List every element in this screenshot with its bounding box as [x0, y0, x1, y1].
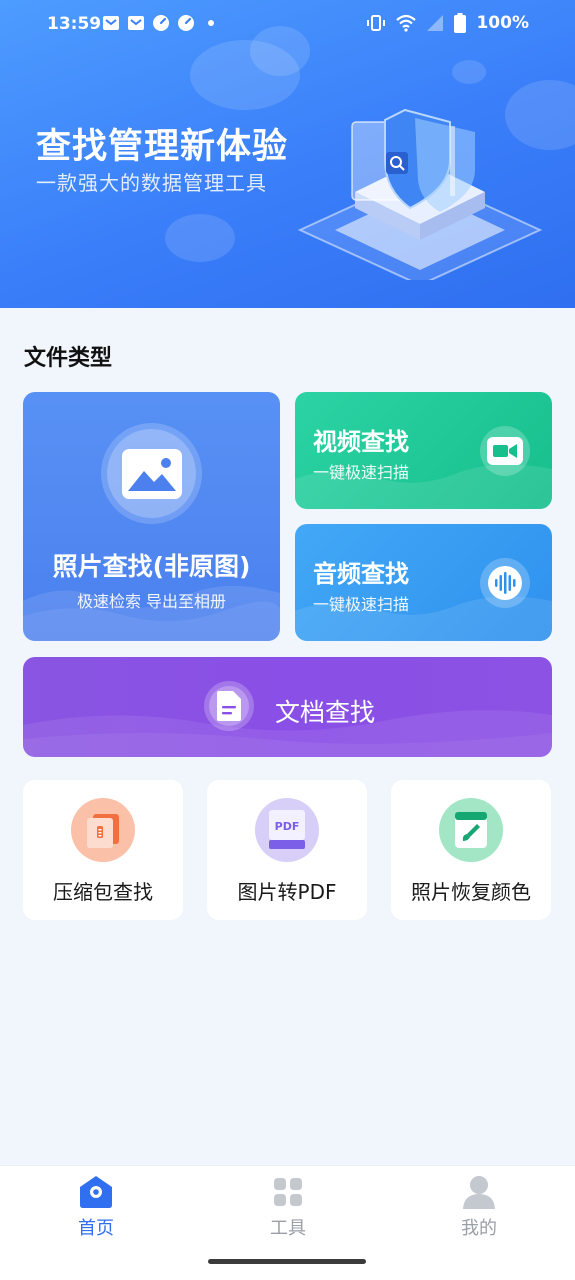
pdf-icon-text: PDF [275, 820, 300, 833]
section-title: 文件类型 [24, 346, 113, 371]
hero-title: 查找管理新体验 [36, 127, 289, 167]
pdf-icon: PDF [269, 810, 305, 849]
photo-icon-badge [101, 423, 202, 524]
home-indicator[interactable] [208, 1259, 366, 1264]
document-icon [217, 691, 241, 721]
document-search-card[interactable]: 文档查找 [23, 657, 552, 757]
battery-icon [454, 13, 467, 33]
document-search-title: 文档查找 [275, 698, 376, 727]
speedometer-icon [178, 15, 194, 31]
signal-icon [427, 15, 444, 31]
zip-file-icon [87, 814, 119, 848]
video-search-subtitle: 一键极速扫描 [313, 463, 410, 482]
photo-color-restore-tile[interactable]: 照片恢复颜色 [391, 780, 551, 920]
paint-brush-icon [455, 812, 487, 848]
pdf-icon-badge: PDF [255, 798, 319, 862]
dot-icon [208, 20, 214, 26]
hero-banner: 13:59 100% 查找管理新体验 一款强大的数据管理工具 [0, 0, 575, 308]
grid-icon [274, 1178, 302, 1206]
document-icon-badge [204, 681, 254, 731]
photo-search-subtitle: 极速检索 导出至相册 [76, 592, 227, 611]
wifi-icon [396, 14, 417, 32]
nav-home[interactable]: 首页 [46, 1174, 146, 1244]
photo-search-title: 照片查找(非原图) [52, 552, 251, 581]
image-icon [121, 448, 182, 499]
mail-icon [128, 16, 144, 30]
video-search-card[interactable]: 视频查找 一键极速扫描 [295, 392, 552, 509]
nav-mine[interactable]: 我的 [429, 1174, 529, 1244]
restore-icon-badge [439, 798, 503, 862]
audio-icon-badge [480, 558, 530, 608]
data-shield-illustration [297, 108, 543, 280]
video-search-title: 视频查找 [313, 428, 409, 456]
user-icon [463, 1176, 495, 1209]
audio-search-title: 音频查找 [313, 560, 409, 588]
status-bar: 13:59 100% [0, 0, 575, 48]
zip-search-label: 压缩包查找 [53, 880, 153, 904]
battery-percent: 100% [476, 13, 529, 33]
audio-search-subtitle: 一键极速扫描 [313, 595, 410, 614]
system-status: 100% [366, 13, 529, 33]
sound-wave-icon [488, 566, 522, 600]
zip-icon-badge [71, 798, 135, 862]
status-time: 13:59 [47, 14, 102, 34]
nav-tools-label: 工具 [270, 1218, 306, 1239]
vibrate-icon [367, 15, 386, 31]
hero-subtitle: 一款强大的数据管理工具 [36, 171, 267, 195]
audio-search-card[interactable]: 音频查找 一键极速扫描 [295, 524, 552, 641]
image-to-pdf-tile[interactable]: PDF 图片转PDF [207, 780, 367, 920]
cloud-decoration [165, 214, 235, 262]
speedometer-icon [153, 15, 169, 31]
nav-mine-label: 我的 [461, 1218, 497, 1239]
home-icon [80, 1176, 112, 1208]
video-icon-badge [480, 426, 530, 476]
notification-icons [102, 14, 220, 32]
nav-tools[interactable]: 工具 [238, 1174, 338, 1244]
zip-search-tile[interactable]: 压缩包查找 [23, 780, 183, 920]
video-camera-icon [487, 437, 523, 465]
photo-color-restore-label: 照片恢复颜色 [411, 880, 531, 904]
nav-home-label: 首页 [78, 1218, 114, 1239]
mail-icon [103, 16, 119, 30]
image-to-pdf-label: 图片转PDF [237, 880, 337, 904]
cloud-decoration [452, 60, 486, 84]
